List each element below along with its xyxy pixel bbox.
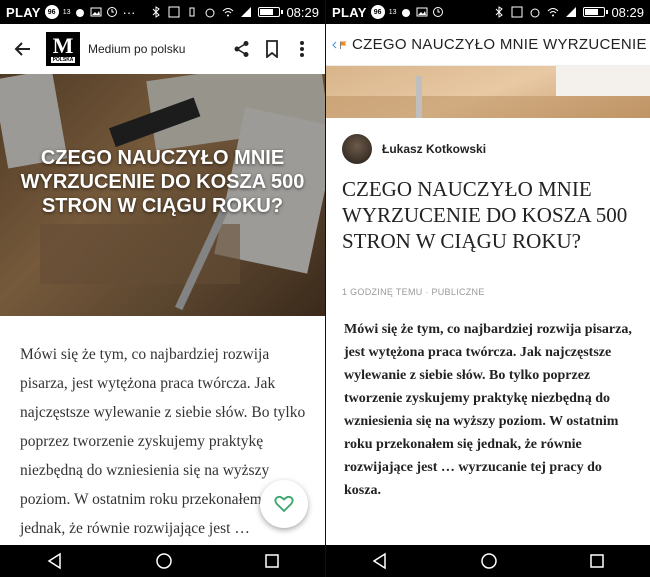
signal-tag: 13 — [388, 8, 397, 16]
back-arrow-icon — [14, 42, 30, 56]
status-time: 08:29 — [286, 4, 319, 20]
nav-home-icon[interactable] — [480, 552, 498, 570]
more-notifications-icon: ··· — [122, 4, 136, 20]
clock-icon — [107, 7, 118, 17]
more-vert-icon — [300, 41, 304, 57]
publication-name[interactable]: Medium po polsku — [88, 42, 227, 56]
status-bar: PLAY 96 13 ··· 08:29 — [0, 0, 325, 24]
alarm-icon — [530, 8, 540, 18]
share-button[interactable] — [227, 34, 257, 64]
nfc-icon — [168, 6, 180, 18]
android-icon — [76, 9, 85, 17]
clock-icon — [433, 7, 444, 17]
article-body: Mówi się że tym, co najbardziej rozwija … — [344, 322, 632, 498]
back-button[interactable] — [8, 34, 38, 64]
bluetooth-icon — [496, 6, 504, 18]
avatar[interactable] — [342, 134, 372, 164]
signal-icon — [241, 7, 252, 17]
carrier-label: PLAY — [6, 4, 41, 20]
flag-icon — [340, 41, 347, 49]
article-title: CZEGO NAUCZYŁO MNIE WYRZUCENIE DO KOSZA … — [20, 147, 305, 217]
medium-app-screen: PLAY 96 13 ··· 08:29 M POLSKA Medium po … — [0, 0, 325, 577]
article-meta: 1 GODZINĘ TEMU · PUBLICZNE — [342, 287, 485, 297]
recommend-button[interactable] — [260, 480, 308, 528]
author-row[interactable]: Łukasz Kotkowski — [342, 134, 486, 164]
signal-icon — [566, 7, 577, 17]
logo-subtitle: POLSKA — [50, 57, 76, 63]
battery-icon — [258, 7, 284, 17]
android-icon — [402, 9, 411, 17]
publication-logo[interactable]: M POLSKA — [46, 32, 80, 66]
bookmark-button[interactable] — [257, 34, 287, 64]
reader-app-screen: PLAY 96 13 08:29 CZEGO NAUCZYŁO MNIE WYR… — [325, 0, 650, 577]
nav-back-icon[interactable] — [371, 552, 389, 570]
nav-back-icon[interactable] — [46, 552, 64, 570]
nav-recents-icon[interactable] — [264, 553, 280, 569]
reader-header: CZEGO NAUCZYŁO MNIE WYRZUCENIE DO KOSZA … — [326, 24, 650, 66]
wifi-icon — [548, 8, 559, 17]
share-icon — [234, 41, 249, 57]
back-chevron-icon[interactable] — [332, 37, 337, 53]
alarm-icon — [205, 8, 215, 18]
nav-recents-icon[interactable] — [589, 553, 605, 569]
logo-letter: M — [52, 33, 74, 58]
bookmark-icon — [266, 40, 278, 58]
more-options-button[interactable] — [287, 34, 317, 64]
nfc-icon — [511, 6, 523, 18]
system-navbar — [326, 545, 650, 577]
desk-photo-strip — [326, 66, 650, 118]
author-name[interactable]: Łukasz Kotkowski — [382, 142, 486, 156]
article-body: Mówi się że tym, co najbardziej rozwija … — [20, 346, 306, 566]
carrier-badge: 96 — [44, 5, 59, 19]
status-time: 08:29 — [611, 4, 644, 20]
image-icon — [90, 7, 102, 17]
header-title: CZEGO NAUCZYŁO MNIE WYRZUCENIE DO KOSZA … — [351, 36, 650, 53]
signal-tag: 13 — [62, 8, 71, 16]
battery-icon — [583, 7, 609, 17]
wifi-icon — [223, 8, 234, 17]
image-icon — [416, 7, 428, 17]
article-title: CZEGO NAUCZYŁO MNIE WYRZUCENIE DO KOSZA … — [342, 177, 628, 253]
bluetooth-icon — [153, 6, 161, 18]
nav-home-icon[interactable] — [155, 552, 173, 570]
article-hero-strip — [326, 66, 650, 118]
carrier-label: PLAY — [332, 4, 367, 20]
article-hero-image: CZEGO NAUCZYŁO MNIE WYRZUCENIE DO KOSZA … — [0, 74, 325, 316]
app-toolbar: M POLSKA Medium po polsku — [0, 24, 325, 74]
status-bar-right: PLAY 96 13 08:29 — [326, 0, 650, 24]
system-navbar — [0, 545, 325, 577]
vibrate-icon — [189, 7, 195, 17]
heart-icon — [274, 495, 294, 513]
carrier-badge: 96 — [370, 5, 385, 19]
